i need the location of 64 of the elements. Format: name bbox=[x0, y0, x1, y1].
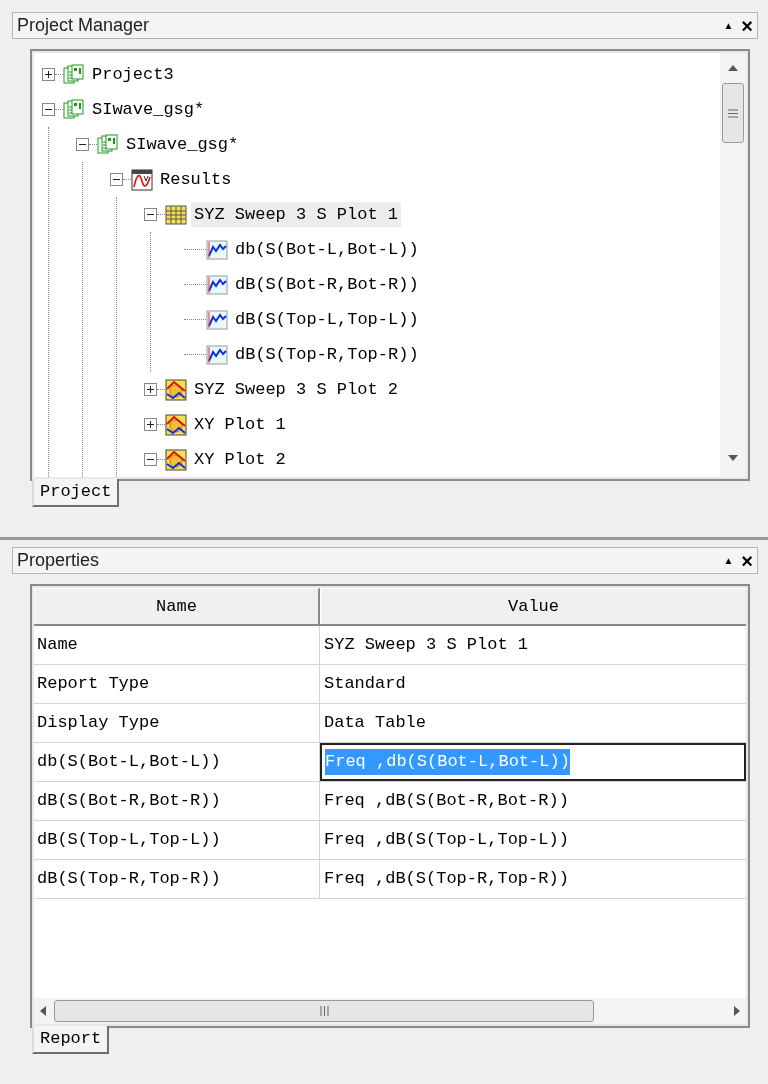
line-chart-icon bbox=[206, 273, 228, 296]
tree-item[interactable]: SIwave_gsg* bbox=[89, 96, 208, 123]
pin-button[interactable]: ▲ bbox=[723, 555, 734, 566]
table-cell: dB(S(Bot-R,Bot-R)) bbox=[34, 782, 320, 820]
line-chart-icon bbox=[206, 238, 228, 261]
table-cell: dB(S(Top-L,Top-L)) bbox=[34, 821, 320, 859]
tree-item[interactable]: Results bbox=[157, 166, 235, 193]
tree-item[interactable]: dB(S(Top-L,Top-L)) bbox=[232, 306, 422, 333]
table-cell: Display Type bbox=[34, 704, 320, 742]
plot-chart-icon bbox=[165, 378, 187, 401]
table-cell-text: Freq ,dB(S(Top-L,Top-L)) bbox=[323, 829, 570, 852]
tree-item[interactable]: XY Plot 2 bbox=[191, 446, 289, 473]
table-cell-text: SYZ Sweep 3 S Plot 1 bbox=[323, 634, 530, 657]
table-cell: Name bbox=[34, 626, 320, 664]
collapse-icon[interactable] bbox=[42, 103, 55, 116]
expand-icon[interactable] bbox=[144, 418, 157, 431]
pin-button[interactable]: ▲ bbox=[723, 20, 734, 31]
tab[interactable]: Project bbox=[32, 479, 120, 507]
table-cell-text: Standard bbox=[323, 673, 407, 696]
grip-icon bbox=[728, 108, 738, 118]
tree-item[interactable]: SYZ Sweep 3 S Plot 2 bbox=[191, 376, 402, 403]
project-icon bbox=[63, 63, 85, 86]
panel-title: Properties bbox=[17, 549, 100, 572]
collapse-icon[interactable] bbox=[144, 453, 157, 466]
column-header[interactable]: Name bbox=[34, 588, 320, 624]
tree-item[interactable]: dB(S(Top-R,Top-R)) bbox=[232, 341, 422, 368]
table-cell-text: Freq ,dB(S(Top-R,Top-R)) bbox=[323, 868, 570, 891]
tree-item[interactable]: XY Plot 1 bbox=[191, 411, 289, 438]
grip-icon bbox=[319, 1006, 329, 1016]
tab[interactable]: Report bbox=[32, 1026, 110, 1054]
project-icon bbox=[97, 133, 119, 156]
table-cell: dB(S(Top-R,Top-R)) bbox=[34, 860, 320, 898]
scroll-right-icon[interactable] bbox=[734, 1006, 740, 1016]
tree-item[interactable]: db(S(Bot-L,Bot-L)) bbox=[232, 236, 422, 263]
results-chart-icon bbox=[131, 168, 153, 191]
close-button[interactable]: × bbox=[741, 15, 753, 36]
tree-item[interactable]: dB(S(Bot-R,Bot-R)) bbox=[232, 271, 422, 298]
plot-chart-icon bbox=[165, 413, 187, 436]
scroll-left-icon[interactable] bbox=[40, 1006, 46, 1016]
collapse-icon[interactable] bbox=[76, 138, 89, 151]
plot-chart-icon bbox=[165, 448, 187, 471]
column-header[interactable]: Value bbox=[320, 588, 746, 624]
tree-item[interactable]: SIwave_gsg* bbox=[123, 131, 242, 158]
tree-item[interactable]: Project3 bbox=[89, 61, 177, 88]
vertical-scrollbar[interactable] bbox=[720, 53, 746, 477]
line-chart-icon bbox=[206, 343, 228, 366]
table-cell: Report Type bbox=[34, 665, 320, 703]
tree-item[interactable]: SYZ Sweep 3 S Plot 1 bbox=[191, 201, 402, 228]
panel-title: Project Manager bbox=[17, 14, 150, 37]
collapse-icon[interactable] bbox=[110, 173, 123, 186]
close-button[interactable]: × bbox=[741, 550, 753, 571]
scroll-up-icon[interactable] bbox=[728, 65, 738, 71]
horizontal-scrollbar[interactable] bbox=[34, 998, 746, 1024]
project-icon bbox=[63, 98, 85, 121]
scroll-down-icon[interactable] bbox=[728, 455, 738, 461]
scroll-thumb[interactable] bbox=[722, 83, 744, 143]
line-chart-icon bbox=[206, 308, 228, 331]
collapse-icon[interactable] bbox=[144, 208, 157, 221]
table-cell-text: Data Table bbox=[323, 712, 428, 735]
data-table-icon bbox=[165, 203, 187, 226]
table-cell-text: Freq ,dB(S(Bot-R,Bot-R)) bbox=[323, 790, 570, 813]
expand-icon[interactable] bbox=[42, 68, 55, 81]
expand-icon[interactable] bbox=[144, 383, 157, 396]
scroll-thumb[interactable] bbox=[54, 1000, 594, 1022]
